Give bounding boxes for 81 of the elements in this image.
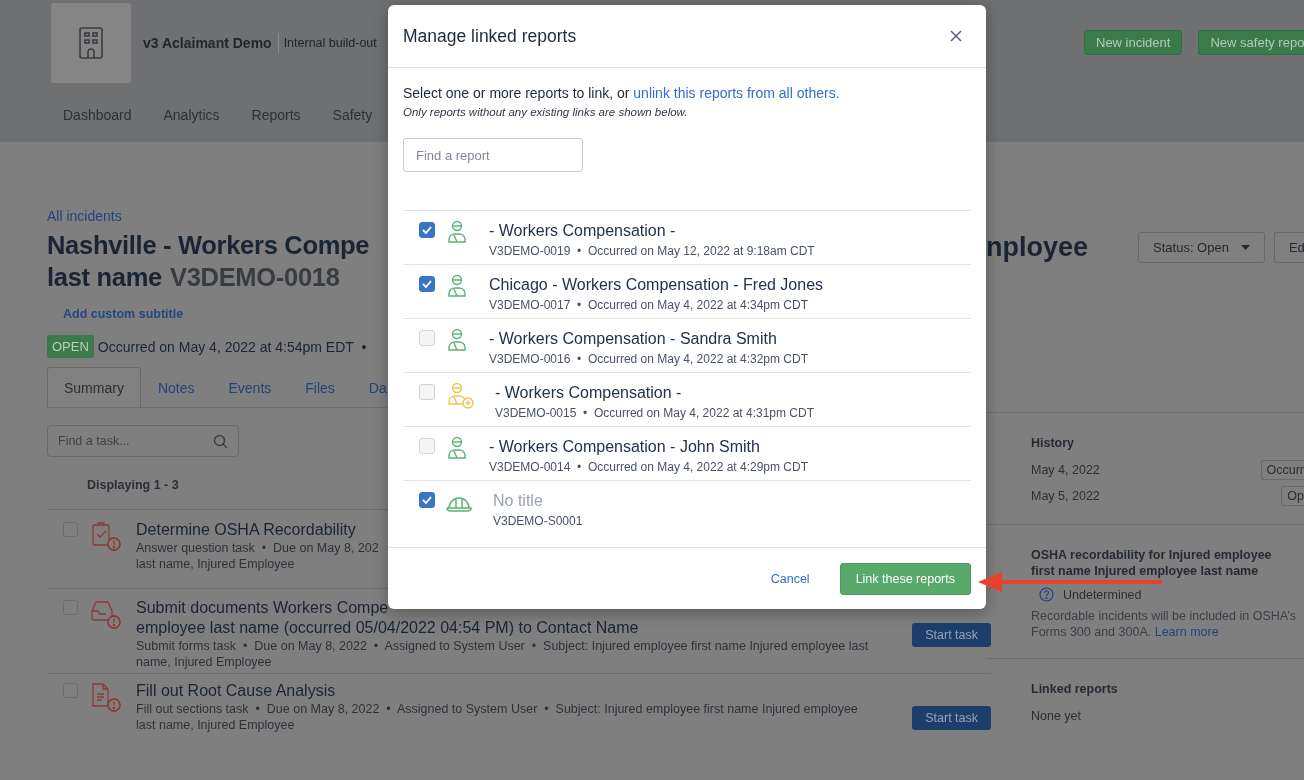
task-title[interactable]: Fill out Root Cause Analysis: [136, 681, 913, 701]
occurred-date: Occurred on May 4, 2022 at 4:54pm EDT •: [97, 338, 367, 355]
report-search-field[interactable]: Find a report: [403, 138, 583, 172]
section-heading: Linked reports: [1031, 681, 1119, 697]
task-title[interactable]: employee last name (occurred 05/04/2022 04:54 PM) to Contact Name: [136, 618, 913, 638]
task-details: last name, Injured Employee: [136, 717, 296, 733]
history-tag: Occurr: [1260, 460, 1304, 480]
section-heading: OSHA recordability for Injured employee first name Injured employee last name: [1031, 547, 1273, 579]
report-title: - Workers Compensation - Sandra Smith: [489, 329, 778, 349]
edit-button[interactable]: Ed: [1273, 231, 1304, 263]
nav-link[interactable]: Analytics: [163, 107, 220, 123]
task-details: name, Injured Employee: [136, 654, 273, 670]
tab[interactable]: Notes: [140, 367, 212, 407]
new-report-button[interactable]: New safety repo: [1198, 30, 1304, 55]
report-details: V3DEMO-0016 • Occurred on May 4, 2022 at 4:32pm CDT: [489, 351, 808, 367]
new-incident-button[interactable]: New incident: [1084, 30, 1183, 55]
worker-add-icon: [445, 381, 475, 409]
status-badge: OPEN: [47, 335, 94, 358]
caret-icon: [1240, 244, 1250, 250]
task-details: Fill out sections task • Due on May 8, 2022 • Assigned to System User • Subject: Injured employee first name Injured employee: [136, 701, 859, 717]
report-details: V3DEMO-0015 • Occurred on May 4, 2022 at 4:31pm CDT: [495, 405, 814, 421]
workspace-label: Internal build-out: [277, 33, 377, 53]
task-warning-icon: [90, 520, 122, 552]
checkmark-icon: [422, 280, 432, 288]
task-warning-icon: [90, 681, 122, 713]
nav-link[interactable]: Dashboard: [63, 107, 132, 123]
learn-more-link[interactable]: Learn more: [1154, 625, 1219, 639]
add-subtitle-link[interactable]: Add custom subtitle: [63, 307, 184, 321]
link-reports-button[interactable]: Link these reports: [839, 562, 971, 595]
report-details: V3DEMO-0014 • Occurred on May 4, 2022 at 4:29pm CDT: [489, 459, 808, 475]
nav-link[interactable]: Reports: [251, 107, 301, 123]
history-date: May 4, 2022: [1031, 463, 1100, 477]
report-details: V3DEMO-S0001: [493, 513, 583, 529]
report-details: V3DEMO-0017 • Occurred on May 4, 2022 at 4:34pm CDT: [489, 297, 809, 313]
checkmark-icon: [422, 496, 432, 504]
report-details: V3DEMO-0019 • Occurred on May 12, 2022 at 9:18am CDT: [489, 243, 815, 259]
tab[interactable]: Summary: [47, 367, 141, 407]
section-heading: History: [1031, 435, 1076, 451]
history-date: May 5, 2022: [1031, 489, 1100, 503]
task-details: last name, Injured Employee: [136, 556, 296, 572]
dialog-hint: Only reports without any existing links are shown below.: [403, 106, 689, 118]
report-checkbox[interactable]: [419, 222, 435, 238]
recordability-status: Undetermined: [1063, 587, 1142, 602]
nav-link[interactable]: Safety: [332, 107, 373, 123]
task-details: Answer question task • Due on May 8, 202: [136, 540, 380, 556]
report-title: No title: [493, 491, 544, 511]
search-icon: [213, 434, 228, 449]
linked-reports-value: None yet: [1031, 709, 1083, 723]
tab[interactable]: Da: [351, 367, 388, 407]
recordability-note: Recordable incidents will be included in OSHA’s Forms 300 and 300A. Learn more: [1031, 608, 1297, 640]
breadcrumb-link[interactable]: All incidents: [47, 208, 388, 224]
unlink-all-link[interactable]: unlink this reports from all others.: [633, 85, 840, 101]
incident-title: last name: [47, 263, 162, 291]
close-icon[interactable]: [950, 30, 962, 42]
history-tag: Op: [1281, 486, 1304, 506]
cancel-link[interactable]: Cancel: [764, 570, 816, 587]
dialog-instructions: Select one or more reports to link, or unlink this reports from all others.: [403, 85, 841, 101]
dialog-title: Manage linked reports: [403, 25, 577, 47]
report-checkbox[interactable]: [419, 276, 435, 292]
report-checkbox[interactable]: [419, 492, 435, 508]
building-logo-icon: [51, 3, 131, 83]
tab[interactable]: Files: [288, 367, 352, 407]
report-title: Chicago - Workers Compensation - Fred Jones: [489, 275, 824, 295]
report-title: - Workers Compensation - John Smith: [489, 437, 761, 457]
brand-name: v3 Aclaimant Demo: [143, 35, 272, 51]
incident-title: nployee: [986, 231, 1089, 263]
result-count: Displaying 1 - 3: [87, 478, 179, 492]
incident-title: Nashville - Workers Compe: [47, 230, 371, 261]
help-icon: [1039, 587, 1054, 602]
report-title: - Workers Compensation -: [489, 221, 677, 241]
task-search-field[interactable]: Find a task...: [47, 425, 239, 457]
report-title: - Workers Compensation -: [495, 383, 683, 403]
tab[interactable]: Events: [211, 367, 289, 407]
incident-id: V3DEMO-0018: [169, 263, 340, 291]
start-task-button[interactable]: Start task: [912, 623, 991, 647]
task-warning-icon: [90, 598, 122, 630]
task-details: Submit forms task • Due on May 8, 2022 • Assigned to System User • Subject: Injured employee first name Injured employee last: [136, 638, 870, 654]
task-title[interactable]: Determine OSHA Recordability: [136, 520, 388, 540]
checkmark-icon: [422, 226, 432, 234]
status-dropdown[interactable]: Status: Open: [1138, 231, 1265, 263]
start-task-button[interactable]: Start task: [912, 706, 991, 730]
